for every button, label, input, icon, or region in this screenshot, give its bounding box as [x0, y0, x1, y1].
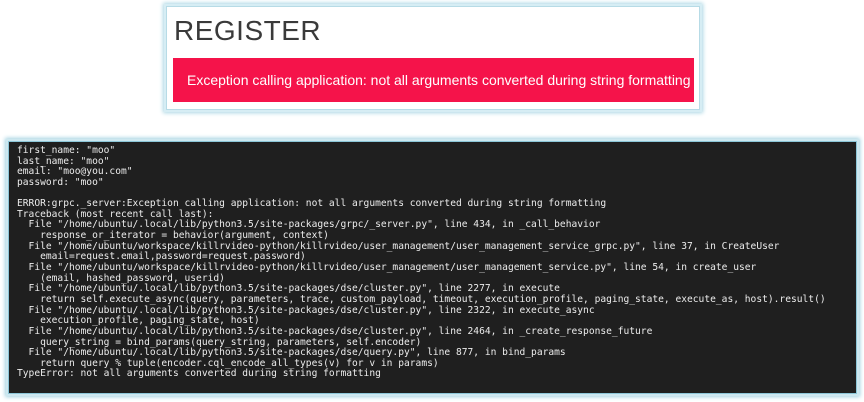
- terminal-line: last_name: "moo": [17, 155, 110, 167]
- register-panel: REGISTER Exception calling application: …: [166, 6, 700, 110]
- terminal-line: first_name: "moo": [17, 145, 116, 156]
- terminal-line: TypeError: not all arguments converted d…: [17, 368, 381, 380]
- terminal-output: first_name: "moo" last_name: "moo" email…: [8, 141, 857, 394]
- terminal-line: password: "moo": [17, 176, 104, 188]
- terminal-line: email: "moo@you.com": [17, 166, 133, 178]
- error-alert: Exception calling application: not all a…: [173, 58, 694, 102]
- terminal-line: File "/home/ubuntu/.local/lib/python3.5/…: [17, 325, 653, 337]
- page-title: REGISTER: [174, 15, 322, 46]
- terminal-line: return self.execute_async(query, paramet…: [17, 293, 826, 305]
- error-message: Exception calling application: not all a…: [187, 72, 691, 88]
